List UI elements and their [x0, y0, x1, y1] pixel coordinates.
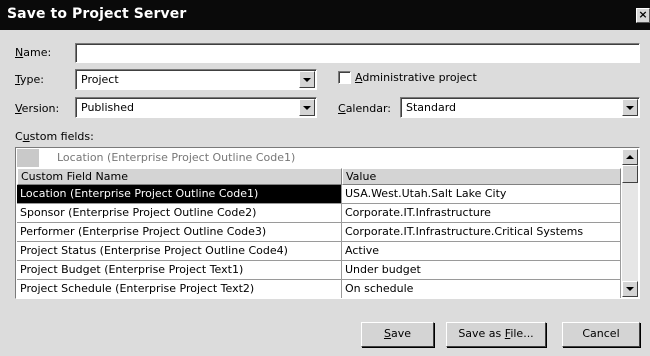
- custom-field-value-cell[interactable]: Corporate.IT.Infrastructure.Critical Sys…: [342, 223, 621, 242]
- custom-field-value-cell[interactable]: Under budget: [342, 261, 621, 280]
- custom-field-value-cell[interactable]: Active: [342, 242, 621, 261]
- cancel-button[interactable]: Cancel: [562, 322, 640, 347]
- chevron-down-icon[interactable]: [622, 99, 638, 116]
- administrative-project-checkbox[interactable]: [338, 71, 351, 84]
- chevron-down-icon[interactable]: [299, 99, 315, 116]
- calendar-label: Calendar:: [338, 102, 391, 115]
- edit-row-handle: [17, 149, 39, 167]
- save-button[interactable]: Save: [361, 322, 434, 347]
- close-button[interactable]: ×: [636, 8, 650, 23]
- close-icon: ×: [638, 8, 648, 21]
- version-dropdown-value: Published: [81, 101, 134, 114]
- table-row[interactable]: Sponsor (Enterprise Project Outline Code…: [17, 204, 621, 223]
- grid-edit-row[interactable]: Location (Enterprise Project Outline Cod…: [17, 149, 621, 167]
- custom-fields-grid[interactable]: Location (Enterprise Project Outline Cod…: [15, 147, 640, 299]
- custom-field-value-cell[interactable]: Corporate.IT.Infrastructure: [342, 204, 621, 223]
- type-dropdown[interactable]: Project: [75, 69, 317, 90]
- calendar-dropdown[interactable]: Standard: [400, 97, 640, 118]
- grid-vertical-scrollbar[interactable]: [622, 149, 638, 297]
- custom-field-value-cell[interactable]: On schedule: [342, 280, 621, 298]
- title-bar[interactable]: Save to Project Server ×: [0, 0, 650, 30]
- custom-field-name-cell[interactable]: Project Budget (Enterprise Project Text1…: [17, 261, 342, 280]
- name-field[interactable]: [75, 43, 640, 63]
- version-label: Version:: [15, 102, 60, 115]
- table-row[interactable]: Location (Enterprise Project Outline Cod…: [17, 185, 621, 204]
- arrow-down-icon[interactable]: [622, 281, 638, 297]
- version-dropdown[interactable]: Published: [75, 97, 317, 118]
- grid-header: Custom Field Name Value: [17, 168, 621, 185]
- column-header-value[interactable]: Value: [342, 168, 621, 185]
- custom-field-name-cell[interactable]: Project Schedule (Enterprise Project Tex…: [17, 280, 342, 298]
- custom-fields-label: Custom fields:: [15, 130, 94, 143]
- scroll-thumb[interactable]: [622, 165, 638, 183]
- table-row[interactable]: Project Schedule (Enterprise Project Tex…: [17, 280, 621, 298]
- name-label: Name:: [15, 46, 52, 59]
- save-as-file-button[interactable]: Save as File...: [446, 322, 546, 347]
- table-row[interactable]: Performer (Enterprise Project Outline Co…: [17, 223, 621, 242]
- arrow-up-icon[interactable]: [622, 149, 638, 165]
- custom-field-name-cell[interactable]: Sponsor (Enterprise Project Outline Code…: [17, 204, 342, 223]
- table-row[interactable]: Project Budget (Enterprise Project Text1…: [17, 261, 621, 280]
- administrative-project-label[interactable]: Administrative project: [355, 71, 477, 84]
- custom-field-value-cell[interactable]: USA.West.Utah.Salt Lake City: [342, 185, 621, 204]
- save-to-project-server-dialog: Save to Project Server × Name: Type: Pro…: [0, 0, 650, 356]
- column-header-name[interactable]: Custom Field Name: [17, 168, 342, 185]
- custom-field-name-cell[interactable]: Performer (Enterprise Project Outline Co…: [17, 223, 342, 242]
- dialog-title: Save to Project Server: [7, 6, 187, 22]
- table-row[interactable]: Project Status (Enterprise Project Outli…: [17, 242, 621, 261]
- type-label: Type:: [15, 73, 44, 86]
- calendar-dropdown-value: Standard: [406, 101, 457, 114]
- custom-field-name-cell[interactable]: Location (Enterprise Project Outline Cod…: [17, 185, 342, 204]
- chevron-down-icon[interactable]: [299, 71, 315, 88]
- edit-row-text: Location (Enterprise Project Outline Cod…: [57, 151, 296, 164]
- custom-field-name-cell[interactable]: Project Status (Enterprise Project Outli…: [17, 242, 342, 261]
- type-dropdown-value: Project: [81, 73, 119, 86]
